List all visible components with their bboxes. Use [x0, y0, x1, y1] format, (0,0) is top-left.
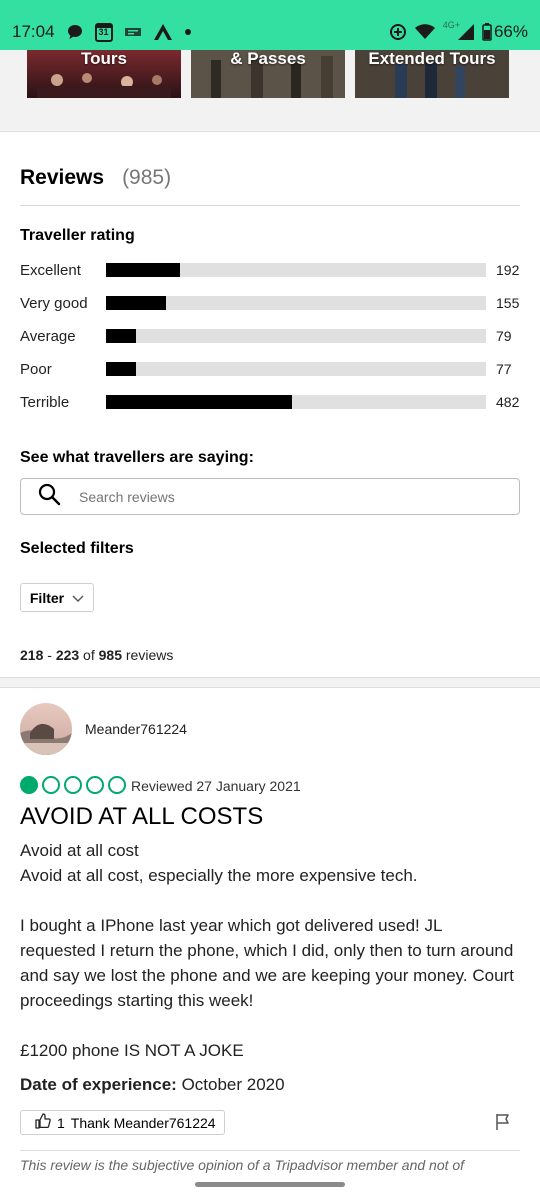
- thank-label: Thank Meander761224: [70, 1114, 216, 1131]
- app-logo-icon: [153, 23, 173, 41]
- card-extended-tours[interactable]: Extended Tours: [355, 50, 509, 98]
- rating-row-poor[interactable]: Poor 77: [20, 359, 520, 379]
- search-section-title: See what travellers are saying:: [20, 449, 254, 466]
- dot-icon: [184, 29, 191, 35]
- traveller-rating-title: Traveller rating: [20, 227, 135, 244]
- rating-label: Average: [20, 327, 76, 345]
- rating-bubble: [64, 776, 82, 794]
- rating-row-excellent[interactable]: Excellent 192: [20, 260, 520, 280]
- review-date: Reviewed 27 January 2021: [131, 778, 301, 794]
- avatar[interactable]: [20, 703, 72, 755]
- review-range: 218 - 223 of 985 reviews: [20, 647, 173, 663]
- range-suffix: reviews: [122, 647, 174, 663]
- card-passes[interactable]: & Passes: [191, 50, 345, 98]
- rating-bubble: [86, 776, 104, 794]
- rating-bar: [106, 362, 486, 376]
- rating-label: Very good: [20, 294, 88, 312]
- chevron-down-icon: [72, 590, 84, 606]
- review-username[interactable]: Meander761224: [85, 721, 187, 737]
- rating-fill: [106, 263, 181, 277]
- reviews-count: (985): [122, 166, 172, 189]
- range-total: 985: [98, 647, 122, 663]
- experience-label: Date of experience:: [20, 1075, 177, 1094]
- flag-icon[interactable]: [494, 1113, 512, 1136]
- battery-percent: 66%: [493, 22, 528, 41]
- review-title[interactable]: AVOID AT ALL COSTS: [20, 803, 263, 831]
- search-box[interactable]: [20, 478, 520, 515]
- thank-button[interactable]: 1 Thank Meander761224: [20, 1110, 225, 1135]
- range-of: of: [79, 647, 99, 663]
- range-start: 218: [20, 647, 44, 663]
- news-icon: [124, 26, 141, 38]
- rating-count: 79: [496, 328, 512, 344]
- reviews-header: Reviews (985): [20, 166, 520, 206]
- rating-label: Poor: [20, 360, 52, 378]
- rating-count: 155: [496, 295, 520, 311]
- review-divider: [20, 1150, 520, 1151]
- data-saver-icon: [389, 23, 407, 41]
- thank-count: 1: [57, 1114, 65, 1131]
- search-input[interactable]: [79, 488, 479, 505]
- review-disclaimer: This review is the subjective opinion of…: [20, 1157, 465, 1173]
- calendar-icon: 31: [94, 22, 113, 42]
- signal-icon: [457, 24, 474, 40]
- card-tours[interactable]: Tours: [27, 50, 181, 98]
- thumbs-up-icon: [35, 1113, 51, 1132]
- selected-filters-title: Selected filters: [20, 540, 134, 557]
- wifi-icon: [414, 24, 435, 40]
- reviews-title: Reviews: [20, 166, 105, 189]
- rating-fill: [106, 296, 166, 310]
- date-of-experience: Date of experience: October 2020: [20, 1075, 285, 1095]
- review-body-line: Avoid at all cost: [20, 841, 139, 860]
- rating-label: Terrible: [20, 393, 70, 411]
- rating-row-terrible[interactable]: Terrible 482: [20, 392, 520, 412]
- clock: 17:04: [12, 22, 55, 41]
- range-dash: -: [43, 647, 56, 663]
- search-icon: [37, 482, 61, 511]
- rating-fill: [106, 329, 137, 343]
- card-label: Extended Tours: [368, 50, 496, 68]
- filter-button[interactable]: Filter: [20, 583, 94, 612]
- section-separator: [0, 677, 540, 688]
- review-body: Avoid at all cost Avoid at all cost, esp…: [20, 838, 520, 1063]
- home-indicator[interactable]: [195, 1182, 345, 1187]
- rating-row-average[interactable]: Average 79: [20, 326, 520, 346]
- review-body-paragraph: £1200 phone IS NOT A JOKE: [20, 1041, 244, 1060]
- review-body-paragraph: I bought a IPhone last year which got de…: [20, 916, 514, 1010]
- battery-icon: [482, 23, 492, 41]
- filter-label: Filter: [29, 589, 65, 606]
- rating-fill: [106, 395, 293, 409]
- experience-value: October 2020: [176, 1075, 285, 1094]
- card-label: & Passes: [230, 50, 306, 68]
- rating-bar: [106, 263, 486, 277]
- rating-bubble: [20, 776, 38, 794]
- rating-bar: [106, 296, 486, 310]
- rating-bubbles: [20, 776, 126, 794]
- card-label: Tours: [81, 50, 127, 68]
- rating-fill: [106, 362, 136, 376]
- rating-count: 482: [496, 394, 520, 410]
- rating-bubble: [42, 776, 60, 794]
- chat-bubble-icon: [67, 24, 83, 40]
- rating-row-very-good[interactable]: Very good 155: [20, 293, 520, 313]
- rating-count: 77: [496, 361, 512, 377]
- rating-bar: [106, 329, 486, 343]
- rating-count: 192: [496, 262, 520, 278]
- range-end: 223: [55, 647, 80, 663]
- category-cards: Tours & Passes Extended Tours: [0, 50, 540, 132]
- review-body-line: Avoid at all cost, especially the more e…: [20, 866, 418, 885]
- network-type: 4G+: [442, 20, 460, 30]
- rating-label: Excellent: [20, 261, 81, 279]
- calendar-day: 31: [98, 27, 109, 37]
- rating-bubble: [108, 776, 126, 794]
- rating-bar: [106, 395, 486, 409]
